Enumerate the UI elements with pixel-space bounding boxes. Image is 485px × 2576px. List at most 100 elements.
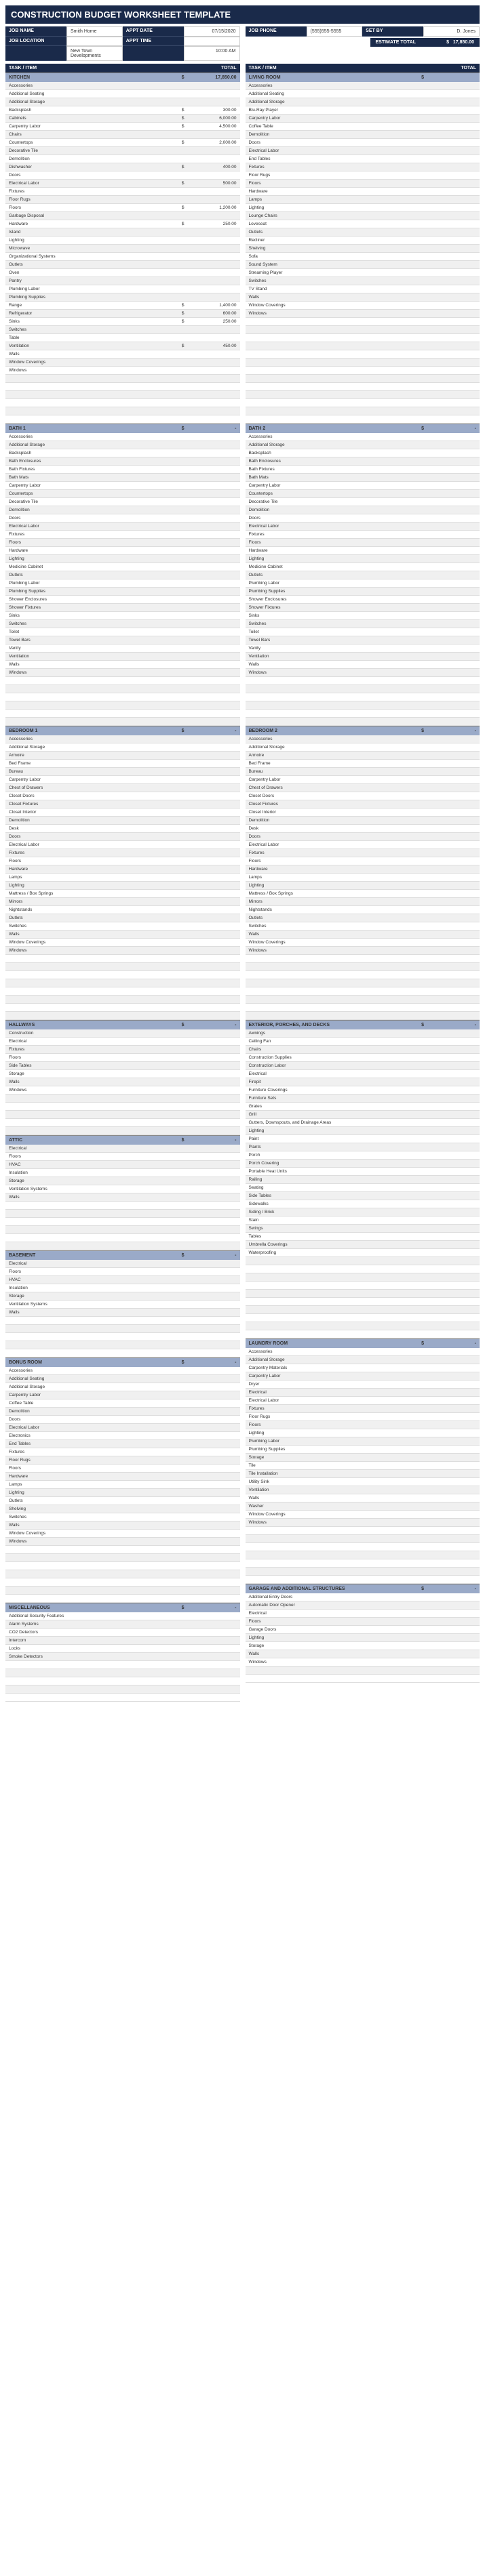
item-currency [416, 457, 425, 465]
item-currency [416, 1029, 425, 1037]
item-currency [416, 163, 425, 171]
empty-cell [246, 318, 416, 325]
item-name: Waterproofing [246, 1249, 416, 1256]
empty-cell [5, 1095, 176, 1102]
item-value [425, 857, 480, 865]
item-name: Desk [5, 825, 176, 832]
item-currency [176, 350, 186, 358]
item-value [425, 457, 480, 465]
item-currency [416, 261, 425, 268]
item-currency [176, 784, 186, 792]
item-currency [176, 1629, 186, 1636]
item-name: Electrical [5, 1260, 176, 1267]
item-name: Accessories [5, 433, 176, 441]
item-currency [416, 1103, 425, 1110]
item-currency [176, 1054, 186, 1061]
item-value [186, 1521, 240, 1529]
item-name: Ventilation Systems [5, 1301, 176, 1308]
item-value [186, 1046, 240, 1053]
item-name: Loveseat [246, 220, 416, 228]
item-value [186, 1505, 240, 1513]
item-value [186, 817, 240, 824]
item-currency [416, 1119, 425, 1126]
item-name: Oven [5, 269, 176, 277]
item-value [186, 1408, 240, 1415]
item-value: 250.00 [186, 220, 240, 228]
item-currency [176, 1497, 186, 1505]
item-value [425, 825, 480, 832]
item-value [425, 800, 480, 808]
empty-cell [246, 1004, 416, 1011]
item-name: Sidewalks [246, 1200, 416, 1208]
item-value [186, 269, 240, 277]
item-name: Construction Labor [246, 1062, 416, 1069]
document-title: CONSTRUCTION BUDGET WORKSHEET TEMPLATE [5, 5, 480, 24]
item-value [425, 579, 480, 587]
item-currency [176, 334, 186, 342]
item-value [186, 800, 240, 808]
item-name: Floors [5, 204, 176, 211]
item-currency [176, 1367, 186, 1374]
item-name: Electrical Labor [5, 841, 176, 849]
item-value [425, 947, 480, 954]
item-name: Accessories [5, 735, 176, 743]
item-name: Decorative Tile [5, 147, 176, 155]
item-name: Nightstands [5, 906, 176, 914]
item-currency [416, 874, 425, 881]
item-value: 4,500.00 [186, 123, 240, 130]
item-value [425, 636, 480, 644]
item-value [425, 833, 480, 840]
item-name: Fixtures [246, 163, 416, 171]
item-currency [416, 1462, 425, 1469]
estimate-label: ESTIMATE TOTAL [370, 38, 422, 47]
item-value [425, 914, 480, 922]
item-currency [416, 147, 425, 155]
empty-cell [5, 1226, 176, 1233]
empty-cell [246, 367, 416, 374]
item-value [425, 922, 480, 930]
item-currency [416, 155, 425, 163]
item-name: Window Coverings [246, 939, 416, 946]
item-value [186, 922, 240, 930]
empty-cell [246, 399, 416, 407]
item-name: Closet Interior [246, 809, 416, 816]
item-name: Doors [5, 833, 176, 840]
empty-cell [246, 1282, 416, 1289]
item-name: Demolition [246, 817, 416, 824]
item-name: Walls [5, 661, 176, 668]
item-currency [416, 1429, 425, 1437]
item-value [186, 939, 240, 946]
item-value [425, 1095, 480, 1102]
item-value [425, 1160, 480, 1167]
item-currency [176, 1513, 186, 1521]
item-value [425, 1143, 480, 1151]
item-value [186, 1440, 240, 1448]
item-name: Lamps [5, 1481, 176, 1488]
empty-cell [5, 1004, 176, 1011]
section-currency: $ [416, 424, 425, 433]
item-name: Floors [246, 857, 416, 865]
item-currency [416, 220, 425, 228]
item-currency [416, 1610, 425, 1617]
item-currency [416, 98, 425, 106]
item-currency [416, 1650, 425, 1658]
item-name: Smoke Detectors [5, 1653, 176, 1660]
item-currency [416, 523, 425, 530]
item-name: Utility Sink [246, 1478, 416, 1486]
item-name: Electrical Labor [5, 180, 176, 187]
section-name: BEDROOM 1 [5, 727, 176, 735]
item-currency [416, 293, 425, 301]
item-name: Backsplash [246, 449, 416, 457]
empty-cell [246, 996, 416, 1003]
task-header-label: TASK / ITEM [5, 64, 186, 73]
item-currency [416, 1038, 425, 1045]
item-value [186, 1383, 240, 1391]
section-total: - [186, 727, 240, 735]
header-value: New Town Developments [66, 46, 123, 61]
item-value [425, 1429, 480, 1437]
empty-cell [246, 1576, 416, 1583]
item-currency [416, 628, 425, 636]
item-value [425, 523, 480, 530]
empty-cell [5, 1669, 176, 1677]
item-name: Grates [246, 1103, 416, 1110]
